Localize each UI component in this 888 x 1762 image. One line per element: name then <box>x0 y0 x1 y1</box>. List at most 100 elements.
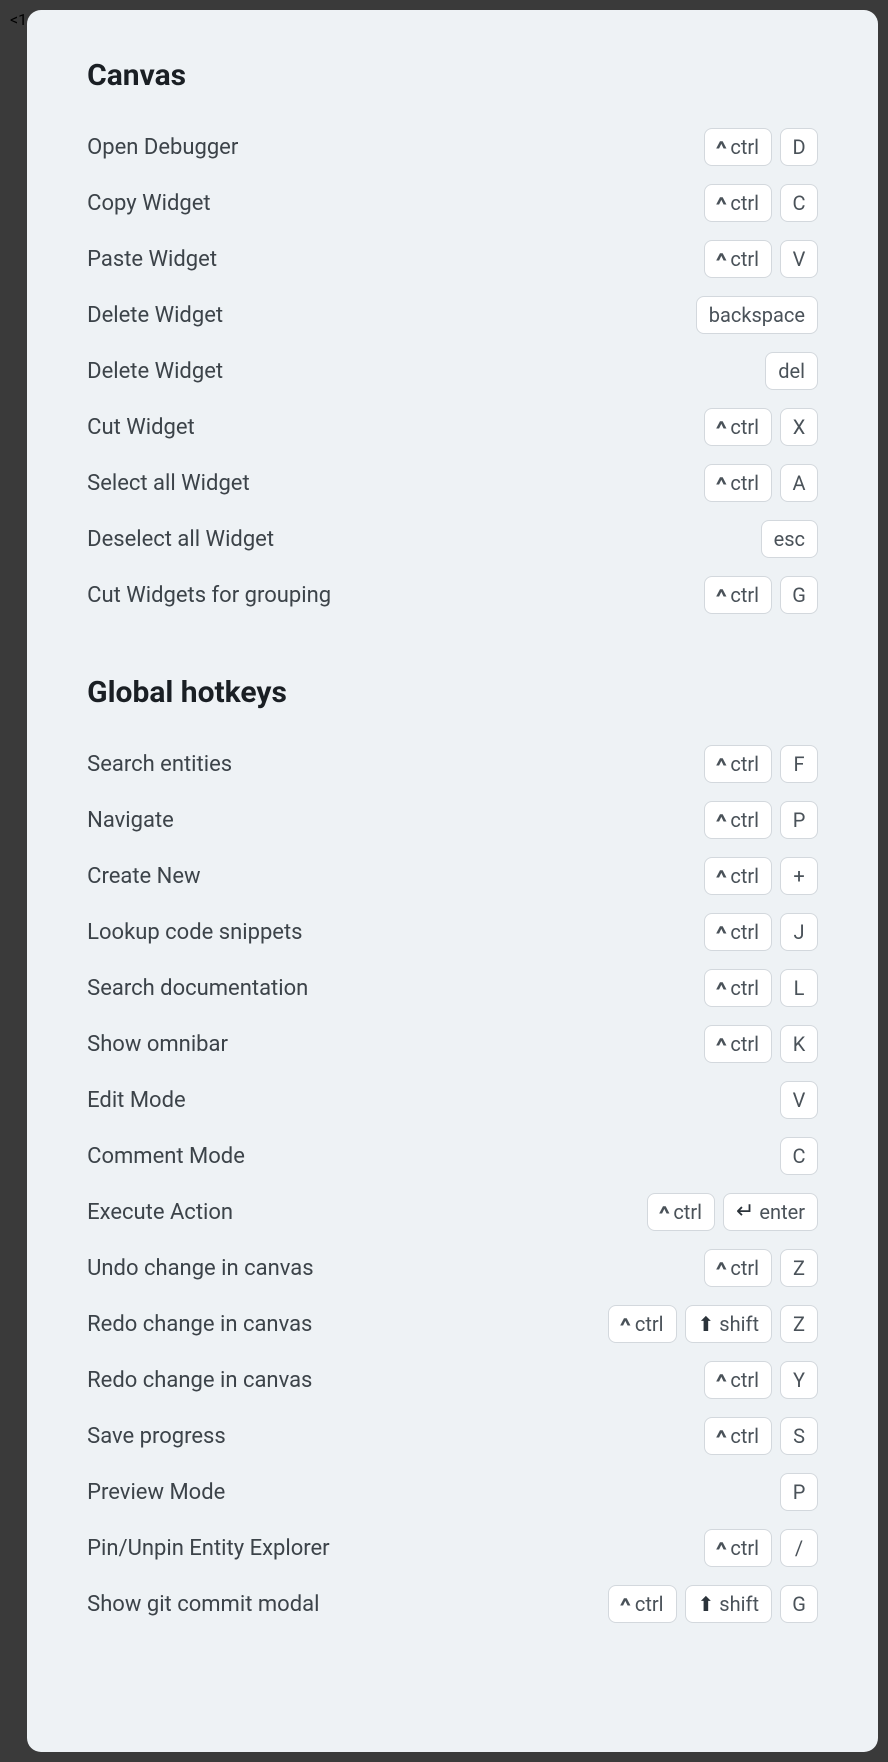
key-text: G <box>792 1594 806 1614</box>
key-chip: X <box>780 408 818 446</box>
hotkey-keys: C <box>780 1137 818 1175</box>
key-text: ctrl <box>730 1370 759 1390</box>
key-text: / <box>795 1538 803 1558</box>
chevron-up-icon: ^ <box>715 1036 726 1056</box>
hotkey-label: Delete Widget <box>87 303 223 328</box>
hotkey-label: Delete Widget <box>87 359 223 384</box>
key-text: ctrl <box>730 473 759 493</box>
key-text: ctrl <box>730 922 759 942</box>
enter-icon: ↵ <box>736 1201 754 1223</box>
hotkey-keys: ^ctrlK <box>704 1025 818 1063</box>
key-chip: ^ctrl <box>704 1025 772 1063</box>
key-chip: J <box>780 913 818 951</box>
key-chip: ^ctrl <box>608 1305 676 1343</box>
hotkey-keys: ^ctrlS <box>704 1417 818 1455</box>
hotkey-row: Delete Widget del <box>87 351 818 391</box>
chevron-up-icon: ^ <box>715 924 726 944</box>
key-chip: P <box>780 801 818 839</box>
hotkey-label: Preview Mode <box>87 1480 225 1505</box>
key-chip: ^ctrl <box>704 1361 772 1399</box>
chevron-up-icon: ^ <box>620 1316 631 1336</box>
key-chip: ↵enter <box>723 1193 818 1231</box>
hotkey-section: Global hotkeysSearch entities^ctrlFNavig… <box>87 675 818 1624</box>
key-chip: ^ctrl <box>704 184 772 222</box>
hotkey-row: Open Debugger ^ctrlD <box>87 127 818 167</box>
key-text: ctrl <box>730 417 759 437</box>
hotkey-keys: ^ctrlF <box>704 745 818 783</box>
key-chip: backspace <box>696 296 818 334</box>
key-text: Z <box>793 1314 805 1334</box>
hotkey-keys: ^ctrlD <box>704 128 818 166</box>
hotkey-label: Deselect all Widget <box>87 527 274 552</box>
key-text: ctrl <box>730 193 759 213</box>
hotkey-row: Navigate^ctrlP <box>87 800 818 840</box>
key-chip: ^ctrl <box>704 1249 772 1287</box>
key-text: V <box>793 249 806 269</box>
hotkey-keys: del <box>765 352 818 390</box>
hotkey-keys: P <box>780 1473 818 1511</box>
hotkey-keys: backspace <box>696 296 818 334</box>
hotkey-keys: ^ctrlY <box>704 1361 818 1399</box>
key-text: S <box>793 1426 805 1446</box>
hotkey-keys: ^ctrl C <box>704 184 818 222</box>
hotkey-label: Search documentation <box>87 976 308 1001</box>
key-chip: G <box>780 1585 818 1623</box>
key-chip: ^ctrl <box>704 801 772 839</box>
hotkey-keys: ^ctrl + <box>704 857 818 895</box>
hotkey-keys: ^ctrlV <box>704 240 818 278</box>
hotkey-row: Redo change in canvas^ctrl⬆shiftZ <box>87 1304 818 1344</box>
hotkey-label: Copy Widget <box>87 191 210 216</box>
key-chip: ^ctrl <box>704 857 772 895</box>
hotkey-row: Pin/Unpin Entity Explorer^ctrl/ <box>87 1528 818 1568</box>
key-chip: ^ctrl <box>704 128 772 166</box>
key-chip: ^ctrl <box>704 464 772 502</box>
key-text: backspace <box>709 305 805 325</box>
hotkey-row: Deselect all Widget esc <box>87 519 818 559</box>
key-chip: ⬆shift <box>685 1305 772 1343</box>
key-chip: ^ctrl <box>608 1585 676 1623</box>
chevron-up-icon: ^ <box>715 195 726 215</box>
key-chip: / <box>780 1529 818 1567</box>
key-text: C <box>792 193 805 213</box>
hotkey-row: Execute Action ^ctrl↵enter <box>87 1192 818 1232</box>
key-text: + <box>793 866 804 886</box>
key-chip: esc <box>761 520 818 558</box>
shift-arrow-icon: ⬆ <box>698 1314 715 1334</box>
hotkey-row: Delete Widget backspace <box>87 295 818 335</box>
hotkey-keys: ^ctrl↵enter <box>647 1193 818 1231</box>
chevron-up-icon: ^ <box>715 419 726 439</box>
hotkeys-modal: CanvasOpen Debugger^ctrlDCopy Widget^ctr… <box>27 10 878 1752</box>
hotkey-label: Undo change in canvas <box>87 1256 313 1281</box>
key-chip: ^ctrl <box>704 408 772 446</box>
key-text: ctrl <box>730 866 759 886</box>
key-chip: P <box>780 1473 818 1511</box>
hotkey-label: Search entities <box>87 752 232 777</box>
hotkey-keys: ^ctrlZ <box>704 1249 818 1287</box>
key-text: ctrl <box>730 810 759 830</box>
key-chip: V <box>780 1081 818 1119</box>
key-chip: V <box>780 240 818 278</box>
key-text: A <box>792 473 805 493</box>
key-text: L <box>794 978 805 998</box>
hotkey-label: Cut Widget <box>87 415 195 440</box>
key-chip: Z <box>780 1305 818 1343</box>
chevron-up-icon: ^ <box>715 756 726 776</box>
hotkey-label: Execute Action <box>87 1200 233 1225</box>
chevron-up-icon: ^ <box>715 1428 726 1448</box>
hotkey-row: Edit Mode V <box>87 1080 818 1120</box>
hotkey-label: Show omnibar <box>87 1032 228 1057</box>
hotkey-label: Edit Mode <box>87 1088 186 1113</box>
key-text: ctrl <box>730 137 759 157</box>
hotkey-row: Comment ModeC <box>87 1136 818 1176</box>
hotkey-row: Copy Widget ^ctrl C <box>87 183 818 223</box>
hotkey-keys: ^ctrl J <box>704 913 818 951</box>
chevron-up-icon: ^ <box>715 587 726 607</box>
hotkey-label: Open Debugger <box>87 135 238 160</box>
section-title: Global hotkeys <box>87 675 818 710</box>
key-chip: ^ctrl <box>704 1529 772 1567</box>
hotkey-keys: esc <box>761 520 818 558</box>
hotkey-row: Search documentation^ctrlL <box>87 968 818 1008</box>
key-chip: A <box>780 464 818 502</box>
key-text: G <box>792 585 806 605</box>
key-text: X <box>793 417 806 437</box>
